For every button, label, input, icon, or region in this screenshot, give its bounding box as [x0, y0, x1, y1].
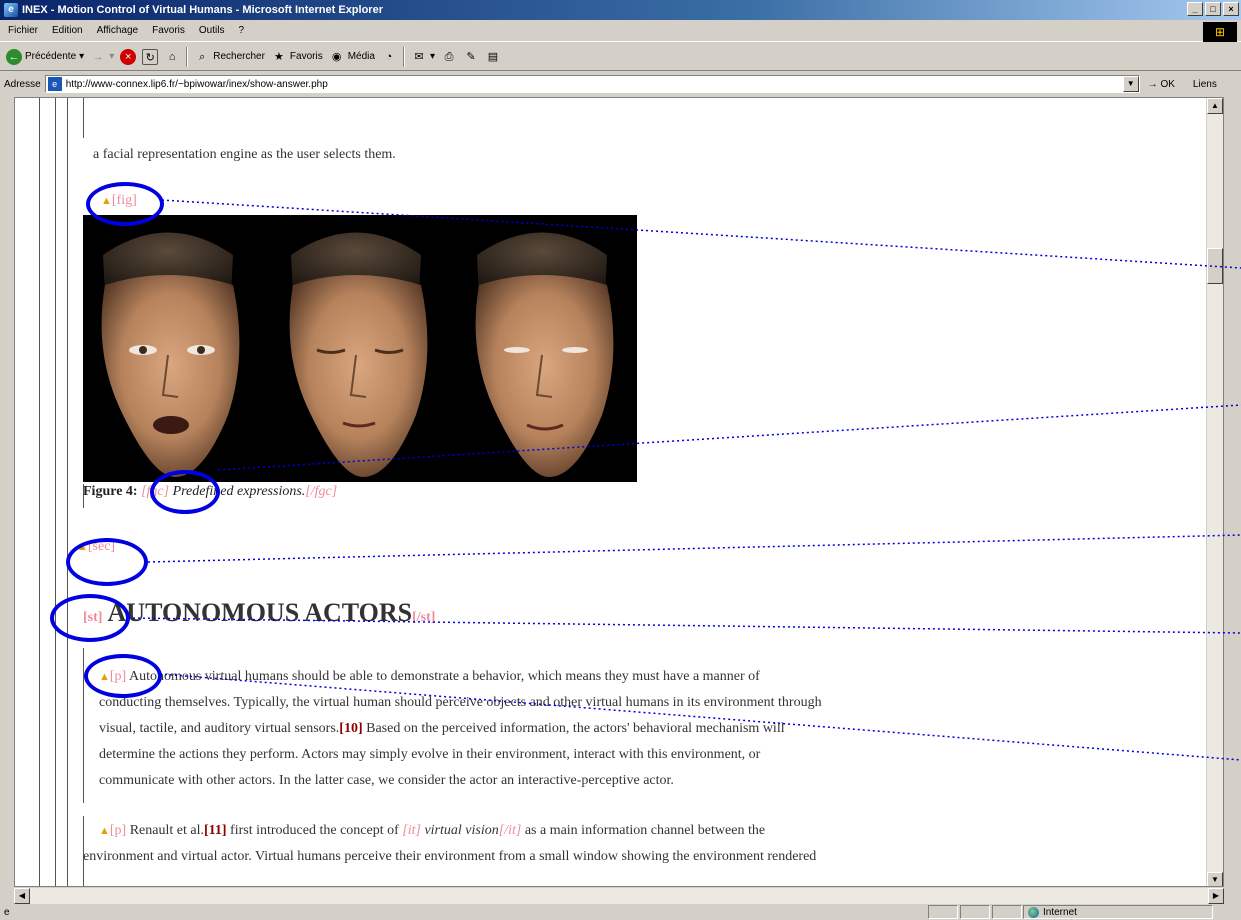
title-bar: e INEX - Motion Control of Virtual Human…: [0, 0, 1241, 20]
mail-icon: ✉: [414, 50, 424, 63]
chevron-down-icon: ▾: [109, 51, 115, 62]
refresh-button[interactable]: ↻: [142, 48, 159, 65]
it-close-tag[interactable]: [/it]: [499, 823, 522, 838]
intro-line: a facial representation engine as the us…: [93, 147, 396, 162]
vertical-scrollbar[interactable]: ▲ ▼: [1206, 98, 1223, 886]
section-heading: [st] AUTONOMOUS ACTORS[/st]: [83, 598, 435, 628]
back-button[interactable]: ← Précédente ▾: [6, 48, 85, 65]
scroll-left-button[interactable]: ◀: [14, 888, 30, 904]
media-icon: ◉: [331, 50, 342, 63]
annotation-circle: [150, 470, 220, 514]
menu-favoris[interactable]: Favoris: [152, 25, 185, 36]
mail-button[interactable]: ✉ ▾: [411, 49, 435, 65]
edit-button[interactable]: ✎: [463, 49, 479, 65]
favorites-button[interactable]: ★ Favoris: [271, 49, 323, 65]
minimize-button[interactable]: _: [1187, 2, 1203, 16]
address-bar: Adresse e http://www-connex.lip6.fr/~bpi…: [0, 72, 1241, 96]
back-arrow-icon: ←: [6, 48, 22, 65]
p-tag[interactable]: [p]: [110, 823, 126, 838]
media-button[interactable]: ◉ Média: [329, 49, 375, 65]
star-icon: ★: [273, 50, 284, 63]
window-title: INEX - Motion Control of Virtual Humans …: [22, 4, 383, 16]
forward-arrow-icon: →: [92, 50, 104, 63]
scroll-down-button[interactable]: ▼: [1207, 872, 1223, 886]
ie-logo-icon: e: [4, 3, 18, 17]
print-icon: ⎙: [444, 50, 454, 63]
go-button[interactable]: → OK: [1148, 79, 1175, 90]
status-bar: e Internet: [0, 904, 1241, 920]
stop-icon: ×: [120, 48, 137, 65]
globe-icon: [1028, 906, 1039, 918]
history-button[interactable]: ◔: [381, 49, 397, 65]
search-icon: ⌕: [199, 50, 206, 63]
close-button[interactable]: ×: [1223, 2, 1239, 16]
stop-button[interactable]: ×: [120, 48, 137, 65]
address-url: http://www-connex.lip6.fr/~bpiwowar/inex…: [65, 78, 328, 90]
status-cell: [992, 905, 1022, 919]
tree-guide-line: [39, 98, 40, 886]
maximize-button[interactable]: □: [1205, 2, 1221, 16]
scroll-right-button[interactable]: ▶: [1208, 888, 1224, 904]
paragraph-1: ▲[p] Autonomous virtual humans should be…: [99, 669, 822, 788]
toolbar-separator: [402, 46, 405, 67]
menu-bar: Fichier Edition Affichage Favoris Outils…: [0, 20, 1241, 42]
menu-edition[interactable]: Edition: [52, 25, 83, 36]
face-2: [289, 232, 428, 477]
menu-affichage[interactable]: Affichage: [97, 25, 139, 36]
menu-outils[interactable]: Outils: [199, 25, 225, 36]
history-icon: ◔: [385, 50, 393, 63]
page-icon: e: [47, 77, 62, 91]
it-open-tag[interactable]: [it]: [402, 823, 421, 838]
annotation-circle: [86, 182, 164, 226]
discuss-icon: ▤: [487, 50, 499, 63]
paragraph-2: ▲[p] Renault et al.[11] first introduced…: [83, 823, 817, 864]
horizontal-scrollbar[interactable]: ◀ ▶: [14, 887, 1224, 904]
navigation-toolbar: ← Précédente ▾ → ▾ × ↻ ⌂ ⌕ Rechercher ★ …: [0, 43, 1241, 71]
chevron-down-icon[interactable]: ▼: [1122, 76, 1139, 92]
heading-text: AUTONOMOUS ACTORS: [107, 598, 413, 627]
address-label: Adresse: [4, 78, 41, 90]
annotation-circle: [84, 654, 162, 698]
face-3: [475, 232, 614, 477]
tree-guide-line: [67, 98, 68, 886]
chevron-down-icon: ▾: [79, 51, 85, 62]
tree-guide-line: [83, 98, 84, 138]
address-input[interactable]: e http://www-connex.lip6.fr/~bpiwowar/in…: [44, 75, 1140, 93]
home-button[interactable]: ⌂: [164, 49, 180, 65]
discuss-button[interactable]: ▤: [485, 49, 501, 65]
menu-fichier[interactable]: Fichier: [8, 25, 38, 36]
forward-button[interactable]: → ▾: [90, 49, 115, 65]
print-button[interactable]: ⎙: [441, 49, 457, 65]
scroll-up-button[interactable]: ▲: [1207, 98, 1223, 114]
windows-logo-icon: ⊞: [1203, 22, 1237, 42]
search-button[interactable]: ⌕ Rechercher: [194, 49, 265, 65]
browser-window: e INEX - Motion Control of Virtual Human…: [0, 0, 1241, 920]
chevron-down-icon: ▾: [429, 51, 435, 62]
expand-arrow-icon: ▲: [99, 825, 110, 837]
citation-link[interactable]: [11]: [204, 823, 227, 838]
face-1: [101, 232, 240, 477]
st-close-tag[interactable]: [/st]: [412, 610, 435, 625]
status-cell: [960, 905, 990, 919]
security-zone: Internet: [1023, 905, 1213, 919]
page-status-icon: e: [4, 906, 10, 918]
citation-link[interactable]: [10]: [339, 721, 362, 736]
tree-guide-line: [55, 98, 56, 886]
menu-help[interactable]: ?: [238, 25, 244, 36]
figure-predefined-expressions: [83, 215, 637, 482]
edit-icon: ✎: [466, 50, 476, 63]
annotation-circle: [66, 538, 148, 586]
refresh-icon: ↻: [142, 48, 159, 65]
scroll-thumb[interactable]: [1207, 248, 1223, 284]
home-icon: ⌂: [168, 50, 176, 63]
toolbar-separator: [186, 46, 189, 67]
links-button[interactable]: Liens: [1193, 79, 1217, 90]
face-expressions-image: [101, 232, 614, 477]
fgc-close-tag[interactable]: [/fgc]: [305, 484, 337, 499]
status-cell: [928, 905, 958, 919]
annotation-circle: [50, 594, 130, 642]
